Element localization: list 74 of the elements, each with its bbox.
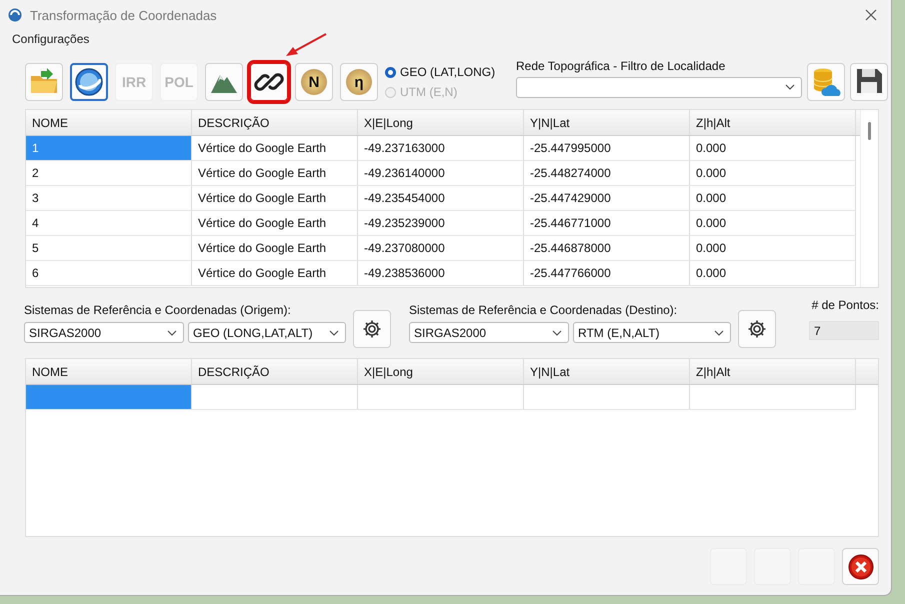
settings-button[interactable] <box>353 310 391 348</box>
table-cell: -25.447766000 <box>524 261 690 286</box>
table-cell: -25.446878000 <box>524 236 690 261</box>
table-cell: -49.235239000 <box>358 211 524 236</box>
column-header[interactable]: X|E|Long <box>358 359 524 384</box>
column-header[interactable]: DESCRIÇÃO <box>192 359 358 384</box>
cancel-button[interactable] <box>842 548 879 585</box>
close-icon <box>865 9 877 21</box>
table-cell: Vértice do Google Earth <box>192 236 358 261</box>
table-cell: 5 <box>26 236 192 261</box>
table-cell: 6 <box>26 261 192 286</box>
column-header[interactable]: Z|h|Alt <box>690 359 856 384</box>
column-header[interactable]: X|E|Long <box>358 110 524 135</box>
table-cell: Vértice do Google Earth <box>192 186 358 211</box>
database-cloud-icon <box>811 66 841 98</box>
section-label: Sistemas de Referência e Coordenadas (Destino): <box>409 303 678 317</box>
menu-item[interactable]: Configurações <box>12 32 90 46</box>
datum-dropdown[interactable]: SIRGAS2000 <box>409 322 569 343</box>
table-cell: 1 <box>26 136 192 161</box>
filter-dropdown[interactable] <box>516 76 802 98</box>
table-cell: 0.000 <box>690 136 856 161</box>
section-label: Sistemas de Referência e Coordenadas (Origem): <box>24 303 292 317</box>
table-cell: 0.000 <box>690 261 856 286</box>
settings-icon <box>362 319 382 339</box>
chevron-icon <box>714 330 724 336</box>
table-cell: Vértice do Google Earth <box>192 136 358 161</box>
system-dropdown[interactable]: GEO (LONG,LAT,ALT) <box>188 322 346 343</box>
chevron-icon <box>167 330 177 336</box>
column-header[interactable]: DESCRIÇÃO <box>192 110 358 135</box>
table-cell: 3 <box>26 186 192 211</box>
column-header[interactable]: Z|h|Alt <box>690 110 856 135</box>
table-cell: Vértice do Google Earth <box>192 161 358 186</box>
chevron-icon <box>552 330 562 336</box>
table-cell: -49.237163000 <box>358 136 524 161</box>
current-cell[interactable] <box>26 385 192 410</box>
cancel-icon <box>848 554 874 580</box>
globe-icon <box>74 67 104 97</box>
table-cell: 0.000 <box>690 186 856 211</box>
column-header[interactable]: Y|N|Lat <box>524 110 690 135</box>
chevron-icon <box>329 330 339 336</box>
table-cell: 4 <box>26 211 192 236</box>
settings-icon <box>747 319 767 339</box>
table-cell: Vértice do Google Earth <box>192 261 358 286</box>
table-cell: 0.000 <box>690 236 856 261</box>
table-cell: 2 <box>26 161 192 186</box>
scroll-thumb[interactable] <box>868 122 871 140</box>
datum-dropdown[interactable]: SIRGAS2000 <box>24 322 184 343</box>
table-cell: 0.000 <box>690 211 856 236</box>
points-label: # de Pontos: <box>812 298 879 312</box>
toolbar-button[interactable] <box>70 63 108 101</box>
table-cell: -49.238536000 <box>358 261 524 286</box>
settings-button[interactable] <box>738 310 776 348</box>
column-header[interactable]: Y|N|Lat <box>524 359 690 384</box>
column-header[interactable]: NOME <box>26 110 192 135</box>
points-count-field: 7 <box>809 321 879 340</box>
system-dropdown[interactable]: RTM (E,N,ALT) <box>573 322 731 343</box>
table-cell: -25.447995000 <box>524 136 690 161</box>
table-cell: -49.236140000 <box>358 161 524 186</box>
toolbar-button[interactable]: N <box>295 63 333 101</box>
toolbar-button[interactable]: η <box>340 63 378 101</box>
table-cell: -49.237080000 <box>358 236 524 261</box>
table-cell: -25.446771000 <box>524 211 690 236</box>
table-cell: Vértice do Google Earth <box>192 211 358 236</box>
table-cell: -49.235454000 <box>358 186 524 211</box>
app-icon <box>8 8 22 22</box>
chevron-icon <box>785 84 795 90</box>
table-cell: 0.000 <box>690 161 856 186</box>
table-cell: -25.447429000 <box>524 186 690 211</box>
filter-label: Rede Topográfica - Filtro de Localidade <box>516 58 726 72</box>
table-cell: -25.448274000 <box>524 161 690 186</box>
window-title: Transformação de Coordenadas <box>30 8 218 22</box>
toolbar-button[interactable] <box>250 63 288 101</box>
radio-option[interactable]: GEO (LAT,LONG) <box>385 65 509 79</box>
column-header[interactable]: NOME <box>26 359 192 384</box>
